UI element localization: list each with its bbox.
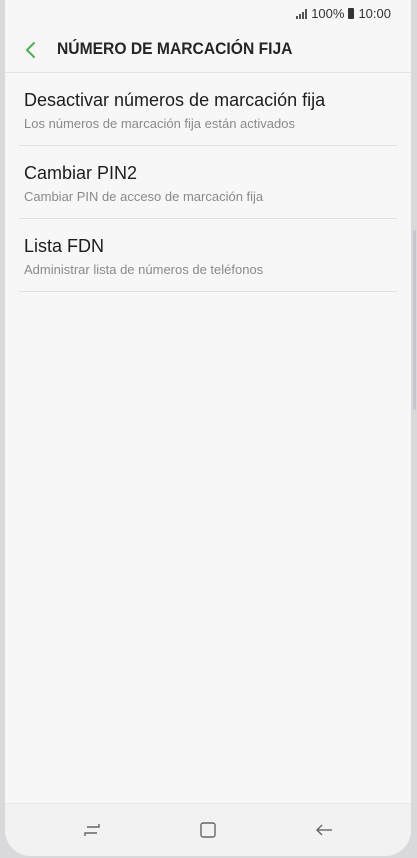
setting-title: Desactivar números de marcación fija xyxy=(24,90,326,110)
back-arrow-icon xyxy=(316,824,332,836)
clock: 10:00 xyxy=(358,6,391,21)
recent-apps-icon xyxy=(84,824,100,836)
battery-percent: 100% xyxy=(311,6,345,21)
signal-icon xyxy=(296,8,308,19)
setting-subtitle: Administrar lista de números de teléfono… xyxy=(24,262,264,277)
app-bar: NÚMERO DE MARCACIÓN FIJA xyxy=(5,28,411,73)
setting-subtitle: Los números de marcación fija están acti… xyxy=(24,116,295,131)
chevron-left-icon xyxy=(26,42,35,58)
device-side-edge xyxy=(413,230,416,410)
settings-list: Desactivar números de marcación fija Los… xyxy=(5,73,411,292)
battery-icon xyxy=(348,8,355,19)
setting-disable-fdn[interactable]: Desactivar números de marcación fija Los… xyxy=(19,73,397,146)
setting-change-pin2[interactable]: Cambiar PIN2 Cambiar PIN de acceso de ma… xyxy=(19,146,397,219)
back-button[interactable] xyxy=(17,36,45,64)
nav-back-button[interactable] xyxy=(309,816,339,844)
home-button[interactable] xyxy=(193,816,223,844)
home-icon xyxy=(200,822,216,838)
status-bar: 100% 10:00 xyxy=(5,0,411,28)
recent-apps-button[interactable] xyxy=(77,816,107,844)
phone-screen: 100% 10:00 NÚMERO DE MARCACIÓN FIJA Desa… xyxy=(5,0,411,856)
status-indicators: 100% 10:00 xyxy=(296,6,391,21)
setting-subtitle: Cambiar PIN de acceso de marcación fija xyxy=(24,189,264,204)
navigation-bar xyxy=(5,803,411,856)
setting-fdn-list[interactable]: Lista FDN Administrar lista de números d… xyxy=(19,219,397,292)
setting-title: Cambiar PIN2 xyxy=(24,163,138,183)
page-title: NÚMERO DE MARCACIÓN FIJA xyxy=(57,39,293,58)
setting-title: Lista FDN xyxy=(24,236,105,256)
